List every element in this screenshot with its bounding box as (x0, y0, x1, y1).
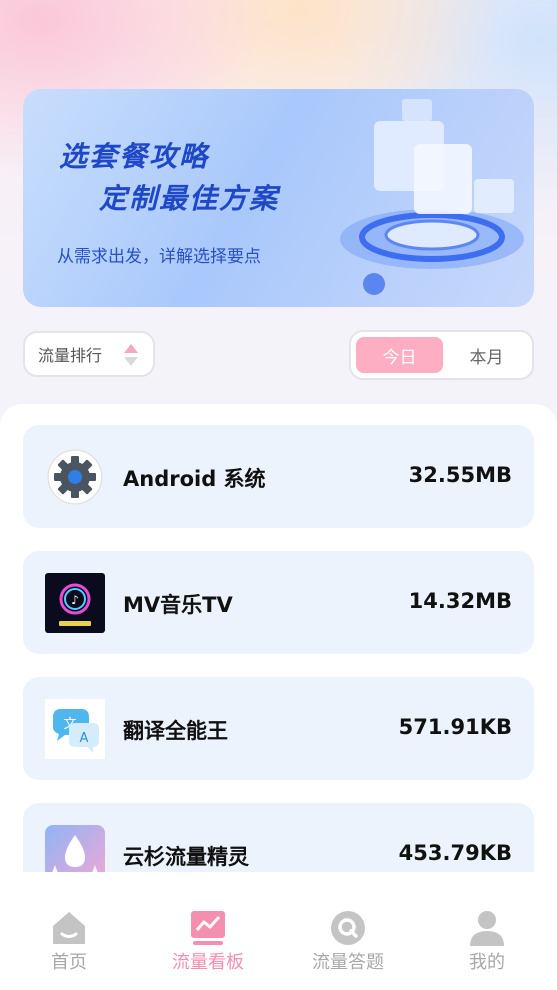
svg-text:A: A (80, 731, 89, 746)
list-item[interactable]: Android 系统 32.55MB (23, 425, 534, 528)
list-item[interactable]: 云杉流量精灵 453.79KB (23, 803, 534, 872)
home-icon (53, 912, 85, 944)
app-name: 云杉流量精灵 (123, 845, 249, 869)
bottom-tab-bar: 首页 流量看板 流量答题 我的 (0, 880, 557, 990)
app-usage: 32.55MB (408, 463, 512, 487)
sort-label: 流量排行 (38, 346, 103, 365)
tab-label: 我的 (469, 952, 505, 973)
period-toggle[interactable]: 今日 本月 (349, 330, 534, 380)
app-usage: 453.79KB (398, 841, 512, 865)
tab-label: 流量答题 (312, 952, 384, 973)
tab-label: 首页 (51, 952, 87, 973)
list-item[interactable]: ♪ MV音乐TV 14.32MB (23, 551, 534, 654)
sort-dropdown[interactable]: 流量排行 (23, 331, 155, 377)
tab-traffic-quiz[interactable]: 流量答题 (288, 908, 408, 974)
banner-subtitle: 从需求出发，详解选择要点 (57, 247, 261, 267)
tab-traffic-board[interactable]: 流量看板 (148, 908, 268, 974)
period-today-tab[interactable]: 今日 (356, 337, 443, 373)
droplet-icon (45, 825, 105, 872)
sort-arrows-icon (124, 344, 138, 366)
banner-illustration (340, 99, 524, 295)
app-name: 翻译全能王 (123, 719, 228, 743)
list-item[interactable]: 文 A 翻译全能王 571.91KB (23, 677, 534, 780)
quiz-icon (331, 911, 365, 945)
profile-icon (470, 911, 504, 946)
translate-icon: 文 A (45, 699, 105, 759)
music-tv-icon: ♪ (45, 573, 105, 633)
app-usage-list[interactable]: Android 系统 32.55MB ♪ MV音乐TV 14.32MB 文 A … (0, 404, 557, 872)
app-usage: 14.32MB (408, 589, 512, 613)
tab-label: 流量看板 (172, 952, 244, 973)
app-usage: 571.91KB (398, 715, 512, 739)
banner-title-line2: 定制最佳方案 (99, 182, 280, 215)
svg-text:♪: ♪ (71, 593, 79, 607)
chart-board-icon (191, 911, 225, 945)
promo-banner[interactable]: 选套餐攻略 定制最佳方案 从需求出发，详解选择要点 (23, 89, 534, 307)
app-name: MV音乐TV (123, 593, 233, 617)
period-month-tab[interactable]: 本月 (443, 337, 530, 373)
tab-home[interactable]: 首页 (9, 908, 129, 974)
gear-icon (47, 449, 103, 505)
tab-profile[interactable]: 我的 (427, 908, 547, 974)
banner-title-line1: 选套餐攻略 (59, 140, 210, 173)
app-name: Android 系统 (123, 467, 266, 491)
